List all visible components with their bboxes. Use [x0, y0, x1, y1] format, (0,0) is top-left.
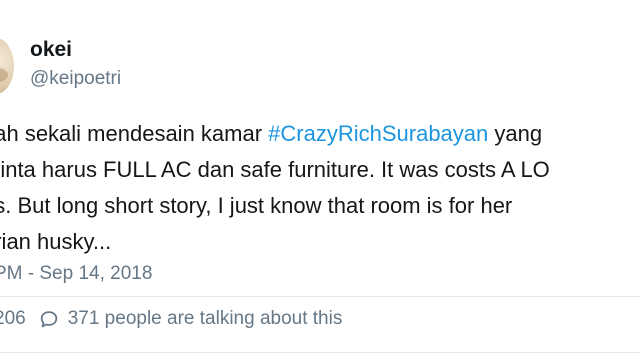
tweet-text-line-2: minta harus FULL AC dan safe furniture. … — [0, 157, 550, 182]
avatar[interactable] — [0, 38, 14, 94]
like-count[interactable]: 206 — [0, 308, 26, 330]
user-handle[interactable]: @keipoetri — [30, 66, 121, 92]
divider — [0, 352, 640, 353]
user-display-name[interactable]: okei — [30, 37, 72, 63]
tweet-text-segment: yang — [488, 121, 543, 146]
speech-bubble-icon[interactable] — [38, 308, 60, 330]
tweet-text-line-3: ds. But long short story, I just know th… — [0, 193, 513, 218]
tweet-text-line-1: nah sekali mendesain kamar #CrazyRichSur… — [0, 116, 640, 152]
tweet-card: okei @keipoetri nah sekali mendesain kam… — [0, 0, 640, 360]
divider — [0, 296, 640, 297]
tweet-timestamp[interactable]: PM - Sep 14, 2018 — [0, 261, 152, 287]
tweet-text-segment: nah sekali mendesain kamar — [0, 121, 269, 146]
talking-about-link[interactable]: 371 people are talking about this — [68, 308, 343, 330]
tweet-actions: 206 371 people are talking about this — [0, 305, 342, 333]
tweet-text: nah sekali mendesain kamar #CrazyRichSur… — [0, 116, 640, 260]
hashtag-link[interactable]: #CrazyRichSurabayan — [268, 121, 488, 146]
tweet-text-line-4: erian husky... — [0, 229, 112, 254]
